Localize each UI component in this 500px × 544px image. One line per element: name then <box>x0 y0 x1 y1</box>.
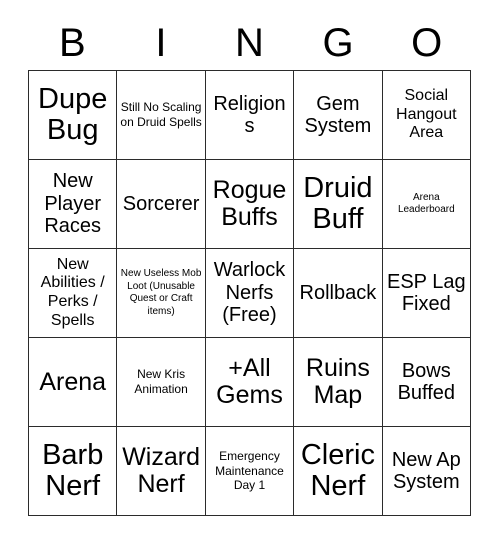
bingo-cell-g5[interactable]: Cleric Nerf <box>294 427 383 516</box>
bingo-cell-label: Emergency Maintenance Day 1 <box>215 449 284 493</box>
bingo-cell-g2[interactable]: Druid Buff <box>294 160 383 249</box>
bingo-cell-label: ESP Lag Fixed <box>387 270 466 315</box>
bingo-header-letter-g: G <box>322 21 354 65</box>
bingo-cell-label: Warlock Nerfs (Free) <box>213 259 286 327</box>
bingo-cell-label: Religions <box>213 92 286 137</box>
bingo-header-letter-n: N <box>235 21 264 65</box>
bingo-cell-label: Dupe Bug <box>38 83 108 146</box>
bingo-cell-n3[interactable]: Warlock Nerfs (Free) <box>205 249 295 338</box>
bingo-cell-label: Still No Scaling on Druid Spells <box>120 100 202 129</box>
bingo-header-letter-i: I <box>155 21 167 65</box>
bingo-header-row: B I N G O <box>28 16 471 70</box>
bingo-cell-i3[interactable]: New Useless Mob Loot (Unusable Quest or … <box>117 249 206 338</box>
bingo-cell-label: +All Gems <box>216 354 283 409</box>
bingo-cell-label: New Abilities / Perks / Spells <box>40 255 105 329</box>
bingo-cell-o1[interactable]: Social Hangout Area <box>382 71 471 160</box>
bingo-cell-i2[interactable]: Sorcerer <box>117 160 206 249</box>
bingo-cell-label: Cleric Nerf <box>300 439 375 502</box>
bingo-cell-label: Social Hangout Area <box>396 87 457 142</box>
bingo-cell-label: Sorcerer <box>122 192 200 215</box>
bingo-cell-g3[interactable]: Rollback <box>294 249 383 338</box>
bingo-cell-b3[interactable]: New Abilities / Perks / Spells <box>29 249 118 338</box>
bingo-header-letter-o: O <box>411 21 443 65</box>
bingo-card: B I N G O Dupe Bug Still No Scaling on D… <box>0 0 500 544</box>
bingo-cell-label: Rollback <box>299 281 377 304</box>
bingo-cell-n4[interactable]: +All Gems <box>205 338 295 427</box>
bingo-cell-label: Ruins Map <box>305 354 370 409</box>
bingo-cell-n1[interactable]: Religions <box>205 71 295 160</box>
bingo-cell-i1[interactable]: Still No Scaling on Druid Spells <box>117 71 206 160</box>
bingo-cell-label: Gem System <box>304 92 372 137</box>
bingo-cell-o3[interactable]: ESP Lag Fixed <box>382 249 471 338</box>
bingo-cell-g4[interactable]: Ruins Map <box>294 338 383 427</box>
bingo-cell-label: Wizard Nerf <box>122 443 200 498</box>
bingo-cell-o4[interactable]: Bows Buffed <box>382 338 471 427</box>
bingo-cell-b4[interactable]: Arena <box>29 338 118 427</box>
bingo-cell-n5[interactable]: Emergency Maintenance Day 1 <box>205 427 295 516</box>
bingo-cell-o2[interactable]: Arena Leaderboard <box>382 160 471 249</box>
bingo-header-letter-b: B <box>58 21 86 65</box>
bingo-cell-label: Rogue Buffs <box>212 176 287 231</box>
bingo-cell-label: Bows Buffed <box>397 359 456 404</box>
bingo-cell-label: New Kris Animation <box>134 367 188 396</box>
bingo-cell-label: New Ap System <box>391 448 461 493</box>
bingo-cell-b5[interactable]: Barb Nerf <box>29 427 118 516</box>
bingo-cell-label: Barb Nerf <box>42 439 104 502</box>
bingo-cell-g1[interactable]: Gem System <box>294 71 383 160</box>
bingo-cell-label: New Player Races <box>44 170 102 238</box>
bingo-cell-b2[interactable]: New Player Races <box>29 160 118 249</box>
bingo-cell-label: New Useless Mob Loot (Unusable Quest or … <box>120 268 202 317</box>
bingo-cell-n2[interactable]: Rogue Buffs <box>205 160 295 249</box>
bingo-grid: Dupe Bug Still No Scaling on Druid Spell… <box>28 70 471 516</box>
bingo-cell-label: Druid Buff <box>303 172 373 235</box>
bingo-cell-i4[interactable]: New Kris Animation <box>117 338 206 427</box>
bingo-cell-label: Arena <box>39 367 107 396</box>
bingo-cell-o5[interactable]: New Ap System <box>382 427 471 516</box>
bingo-cell-label: Arena Leaderboard <box>397 191 455 216</box>
bingo-cell-b1[interactable]: Dupe Bug <box>29 71 118 160</box>
bingo-cell-i5[interactable]: Wizard Nerf <box>117 427 206 516</box>
